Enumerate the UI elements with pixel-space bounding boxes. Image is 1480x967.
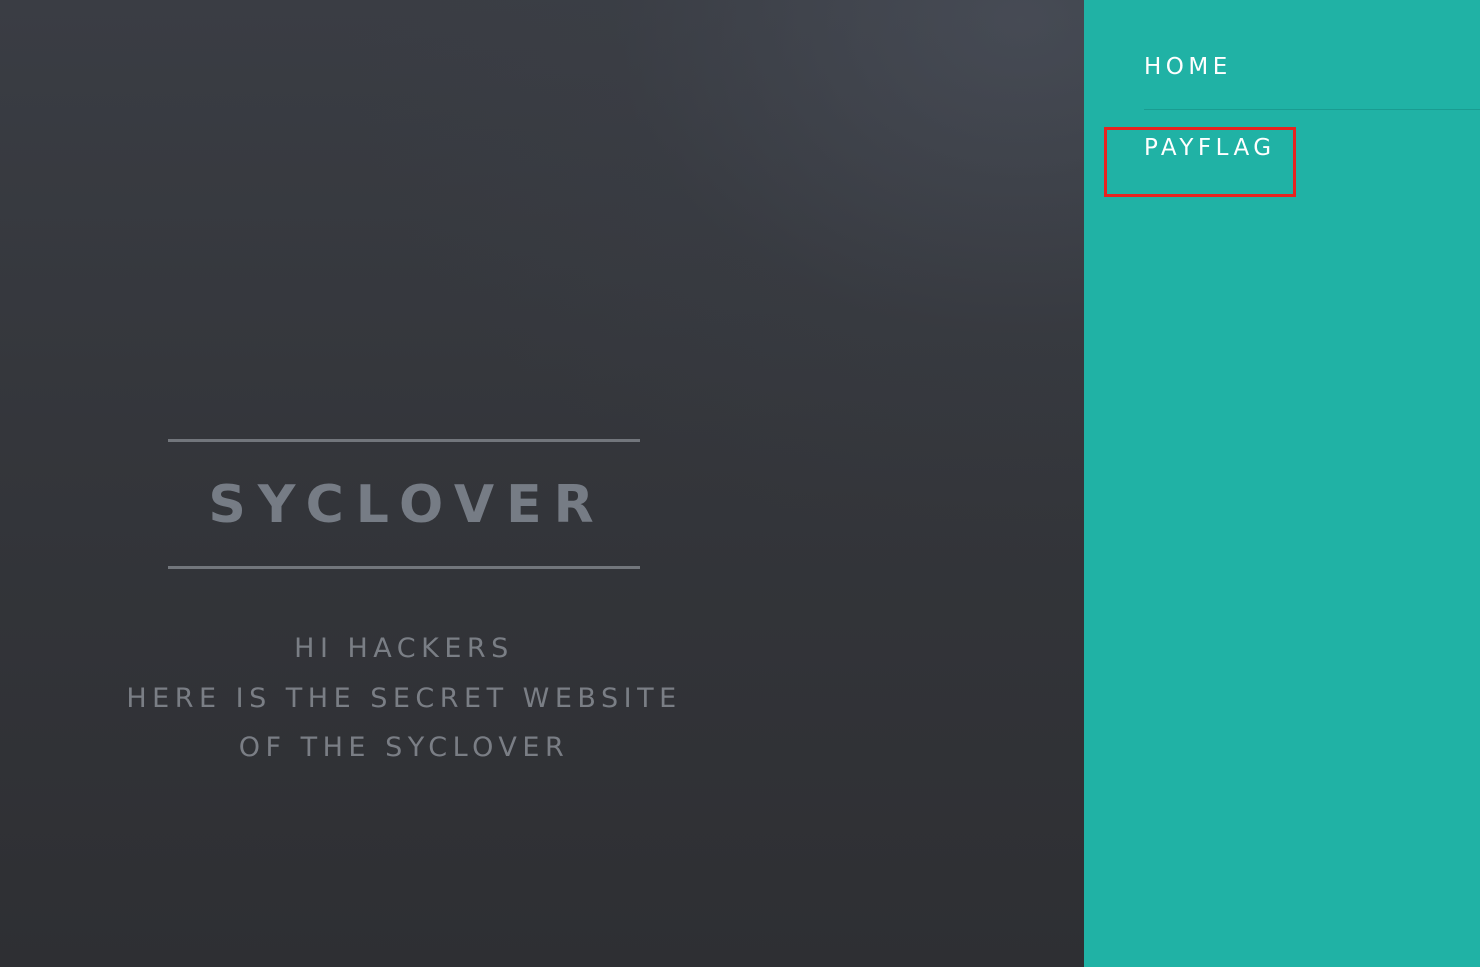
hero-bottom-rule [168, 566, 640, 569]
hero-subtitle-line: OF THE SYCLOVER [238, 732, 570, 763]
nav-item-payflag[interactable]: PAYFLAG [1144, 135, 1276, 161]
main-panel: SYCLOVER HI HACKERS HERE IS THE SECRET W… [0, 0, 1084, 967]
nav-divider [1144, 109, 1480, 110]
hero-subtitle-line: HI HACKERS [294, 633, 514, 664]
hero-subtitle-line: HERE IS THE SECRET WEBSITE [126, 682, 682, 714]
sidebar-nav: HOME PAYFLAG [1084, 0, 1480, 967]
nav-item-home[interactable]: HOME [1144, 54, 1232, 80]
hero-title: SYCLOVER [208, 475, 606, 535]
hero-top-rule [168, 439, 640, 442]
hero-subtitle: HI HACKERS HERE IS THE SECRET WEBSITE OF… [0, 624, 808, 773]
